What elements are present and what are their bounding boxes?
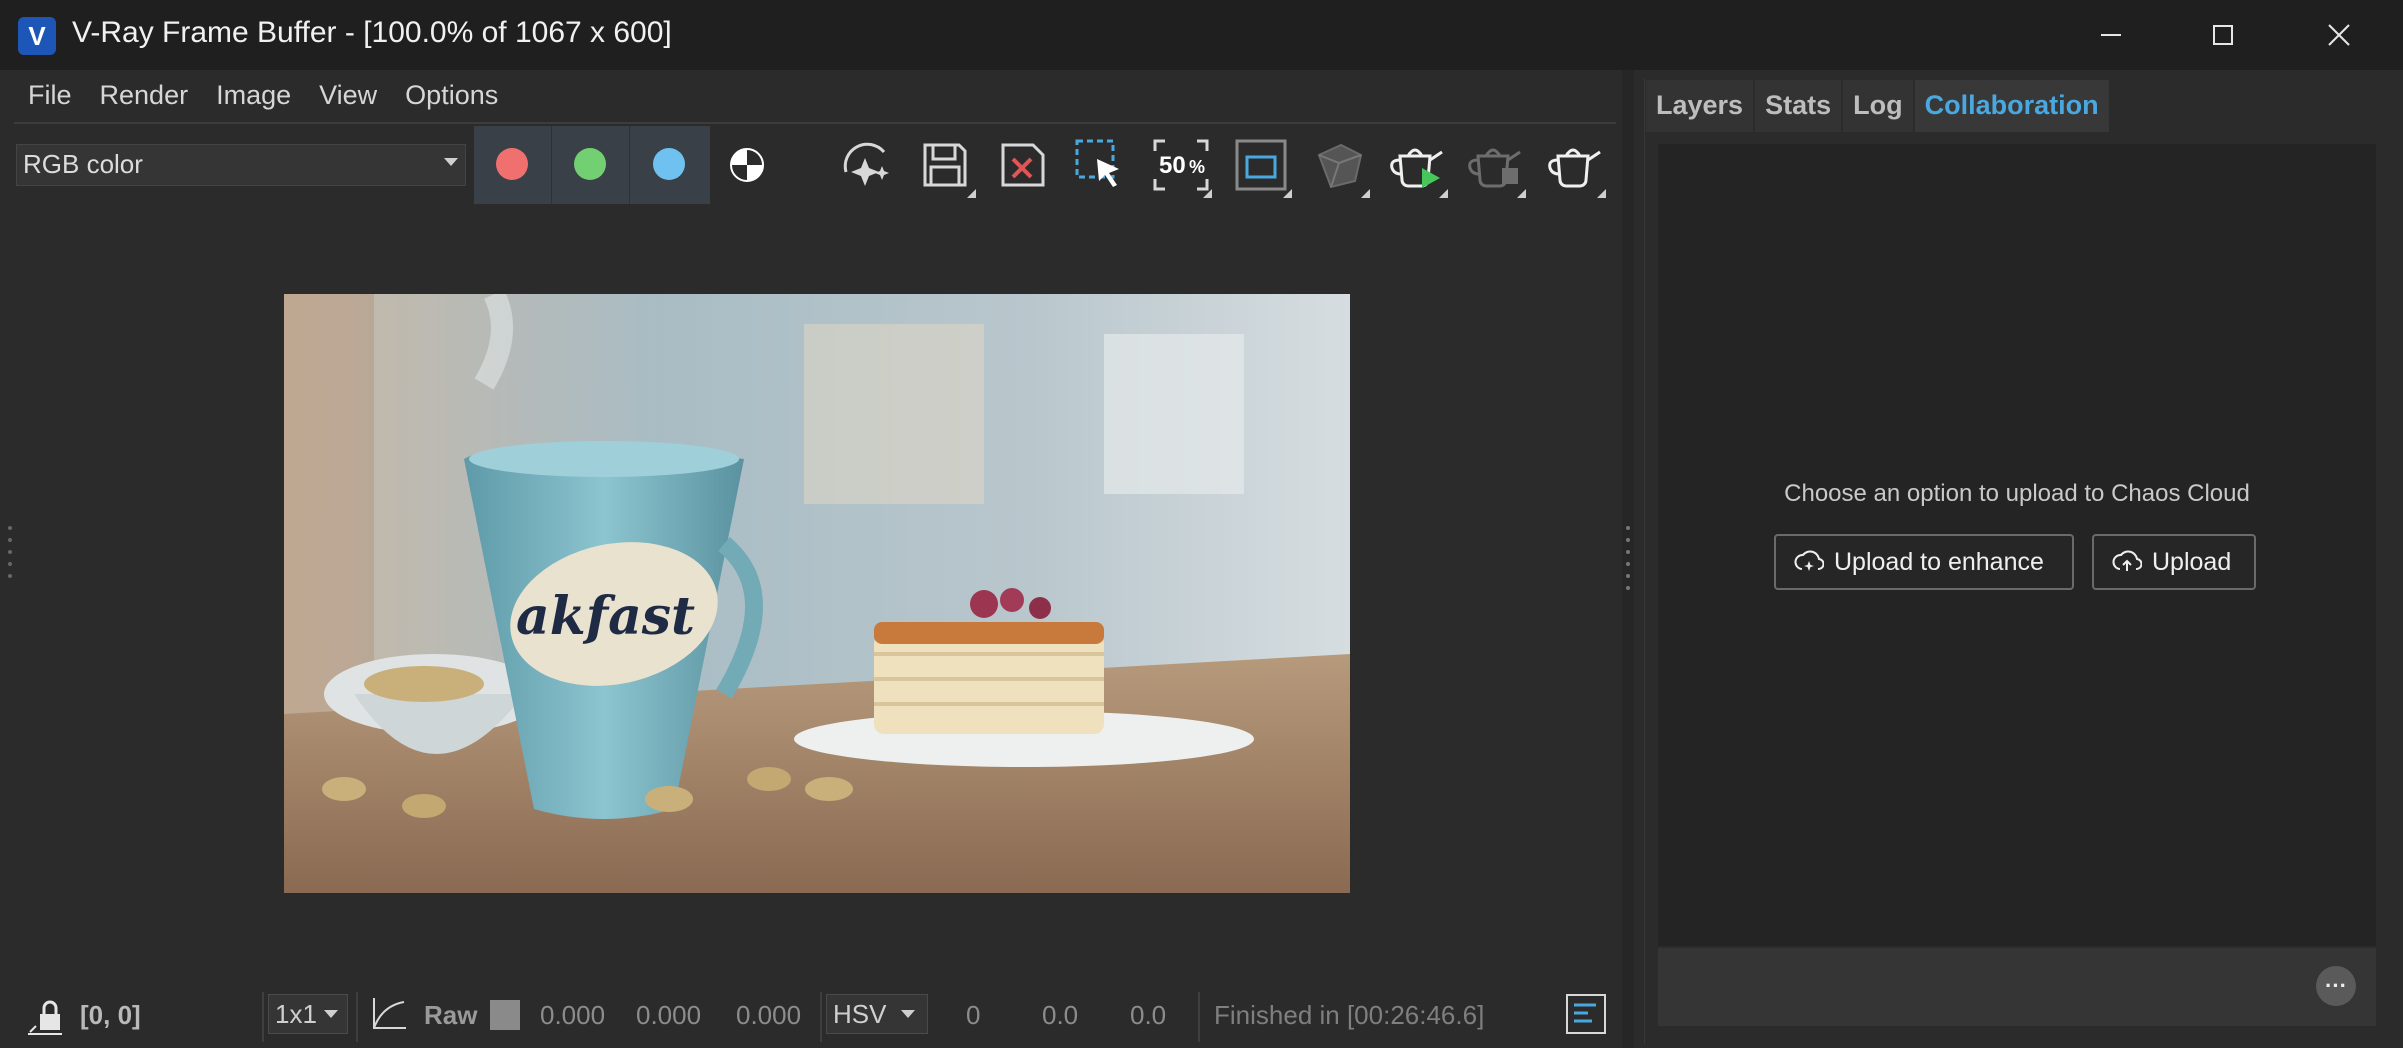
pixel-coordinates: [0, 0] (80, 1000, 141, 1030)
cloud-enhance-icon (1794, 550, 1824, 571)
dropdown-corner-icon (1597, 189, 1606, 198)
minimize-button[interactable] (2076, 10, 2146, 60)
chevron-down-icon (324, 1010, 338, 1018)
close-icon (2328, 24, 2350, 46)
dropdown-corner-icon (1517, 189, 1526, 198)
pixel-red-value: 0.000 (540, 1000, 606, 1030)
menu-divider (14, 122, 1616, 124)
tab-collaboration[interactable]: Collaboration (1914, 80, 2109, 132)
dropdown-corner-icon (1439, 189, 1448, 198)
chevron-down-icon (901, 1010, 915, 1018)
region-render-icon (1235, 139, 1287, 191)
status-divider (820, 992, 822, 1042)
clear-image-button[interactable] (990, 130, 1056, 200)
region-select-icon (1075, 139, 1119, 187)
window-title: V-Ray Frame Buffer - [100.0% of 1067 x 6… (72, 16, 672, 49)
history-panel-button[interactable] (1566, 994, 1606, 1034)
history-icon (1574, 1003, 1596, 1023)
blue-channel-icon (653, 148, 685, 180)
dropdown-corner-icon (1203, 189, 1212, 198)
upload-label: Upload (2152, 547, 2232, 576)
maximize-button[interactable] (2188, 10, 2258, 60)
red-channel-icon (496, 148, 528, 180)
rendered-image: akfast (284, 294, 1350, 893)
track-mouse-icon (1317, 143, 1363, 189)
save-image-button[interactable] (912, 130, 978, 200)
menu-render[interactable]: Render (86, 74, 203, 122)
stop-render-icon (1468, 148, 1521, 188)
chevron-down-icon (444, 158, 458, 166)
render-time-status: Finished in [00:26:46.6] (1214, 1000, 1485, 1030)
collaboration-footer (1658, 948, 2376, 1026)
status-divider (262, 992, 264, 1042)
side-panel-tabs: Layers Stats Log Collaboration (1646, 80, 2111, 132)
tab-layers[interactable]: Layers (1646, 80, 1754, 132)
clear-icon (1001, 143, 1045, 187)
close-button[interactable] (2304, 10, 2374, 60)
menu-image[interactable]: Image (202, 74, 305, 122)
upload-prompt-text: Choose an option to upload to Chaos Clou… (1784, 480, 2250, 507)
curve-icon (373, 998, 406, 1029)
render-interactive-icon (1390, 148, 1443, 188)
status-divider (356, 992, 358, 1042)
vray-logo-icon: V (18, 17, 56, 55)
lock-pixel-button[interactable] (26, 996, 66, 1041)
dropdown-corner-icon (1361, 189, 1370, 198)
menu-file[interactable]: File (14, 74, 86, 122)
save-icon (923, 143, 967, 187)
render-teapot-icon (1548, 148, 1601, 188)
menu-bar: File Render Image View Options (14, 74, 512, 122)
channel-select[interactable]: RGB color (16, 144, 466, 186)
upload-to-enhance-button[interactable]: Upload to enhance (1774, 534, 2074, 590)
status-divider (1198, 992, 1200, 1042)
drag-handle-icon (1626, 526, 1630, 590)
maximize-icon (2213, 25, 2233, 45)
render-button[interactable] (1542, 130, 1608, 200)
curve-correction-button[interactable] (368, 994, 408, 1039)
tab-log[interactable]: Log (1843, 80, 1913, 132)
lock-icon (28, 1000, 62, 1035)
upload-button[interactable]: Upload (2092, 534, 2256, 590)
render-interactive-button[interactable] (1384, 130, 1450, 200)
zoom-50-icon: 50 % (1153, 139, 1209, 191)
raw-toggle-label[interactable]: Raw (424, 1000, 477, 1031)
green-channel-icon (574, 148, 606, 180)
left-edge-handle-icon (8, 526, 12, 578)
hue-value: 0 (966, 1000, 981, 1030)
denoise-icon (843, 142, 889, 186)
minimize-icon (2101, 34, 2121, 36)
cloud-upload-icon (2112, 550, 2142, 571)
menu-options[interactable]: Options (391, 74, 512, 122)
denoise-button[interactable] (832, 130, 898, 200)
pixel-blue-value: 0.000 (736, 1000, 802, 1030)
saturation-value: 0.0 (1042, 1000, 1079, 1030)
dropdown-corner-icon (967, 189, 976, 198)
region-select-button[interactable] (1068, 130, 1134, 200)
alpha-channel-button[interactable] (714, 130, 780, 200)
zoom-50-button[interactable]: 50 % (1148, 130, 1214, 200)
side-panel-border (1644, 78, 1645, 1044)
track-mouse-button[interactable] (1306, 130, 1372, 200)
more-options-button[interactable]: ··· (2316, 966, 2356, 1006)
menu-view[interactable]: View (305, 74, 391, 122)
rendered-scene-picture: akfast (284, 294, 1350, 893)
upload-to-enhance-label: Upload to enhance (1834, 547, 2044, 576)
region-render-button[interactable] (1228, 130, 1294, 200)
svg-text:akfast: akfast (516, 586, 695, 647)
svg-text:50: 50 (1159, 152, 1186, 179)
panel-splitter[interactable] (1622, 70, 1634, 1048)
svg-text:%: % (1189, 157, 1205, 177)
dropdown-corner-icon (1283, 189, 1292, 198)
stop-render-button[interactable] (1462, 130, 1528, 200)
tab-stats[interactable]: Stats (1755, 80, 1842, 132)
value-value: 0.0 (1130, 1000, 1167, 1030)
pixel-green-value: 0.000 (636, 1000, 702, 1030)
pixel-color-swatch (490, 1000, 520, 1030)
alpha-channel-icon (730, 148, 764, 182)
